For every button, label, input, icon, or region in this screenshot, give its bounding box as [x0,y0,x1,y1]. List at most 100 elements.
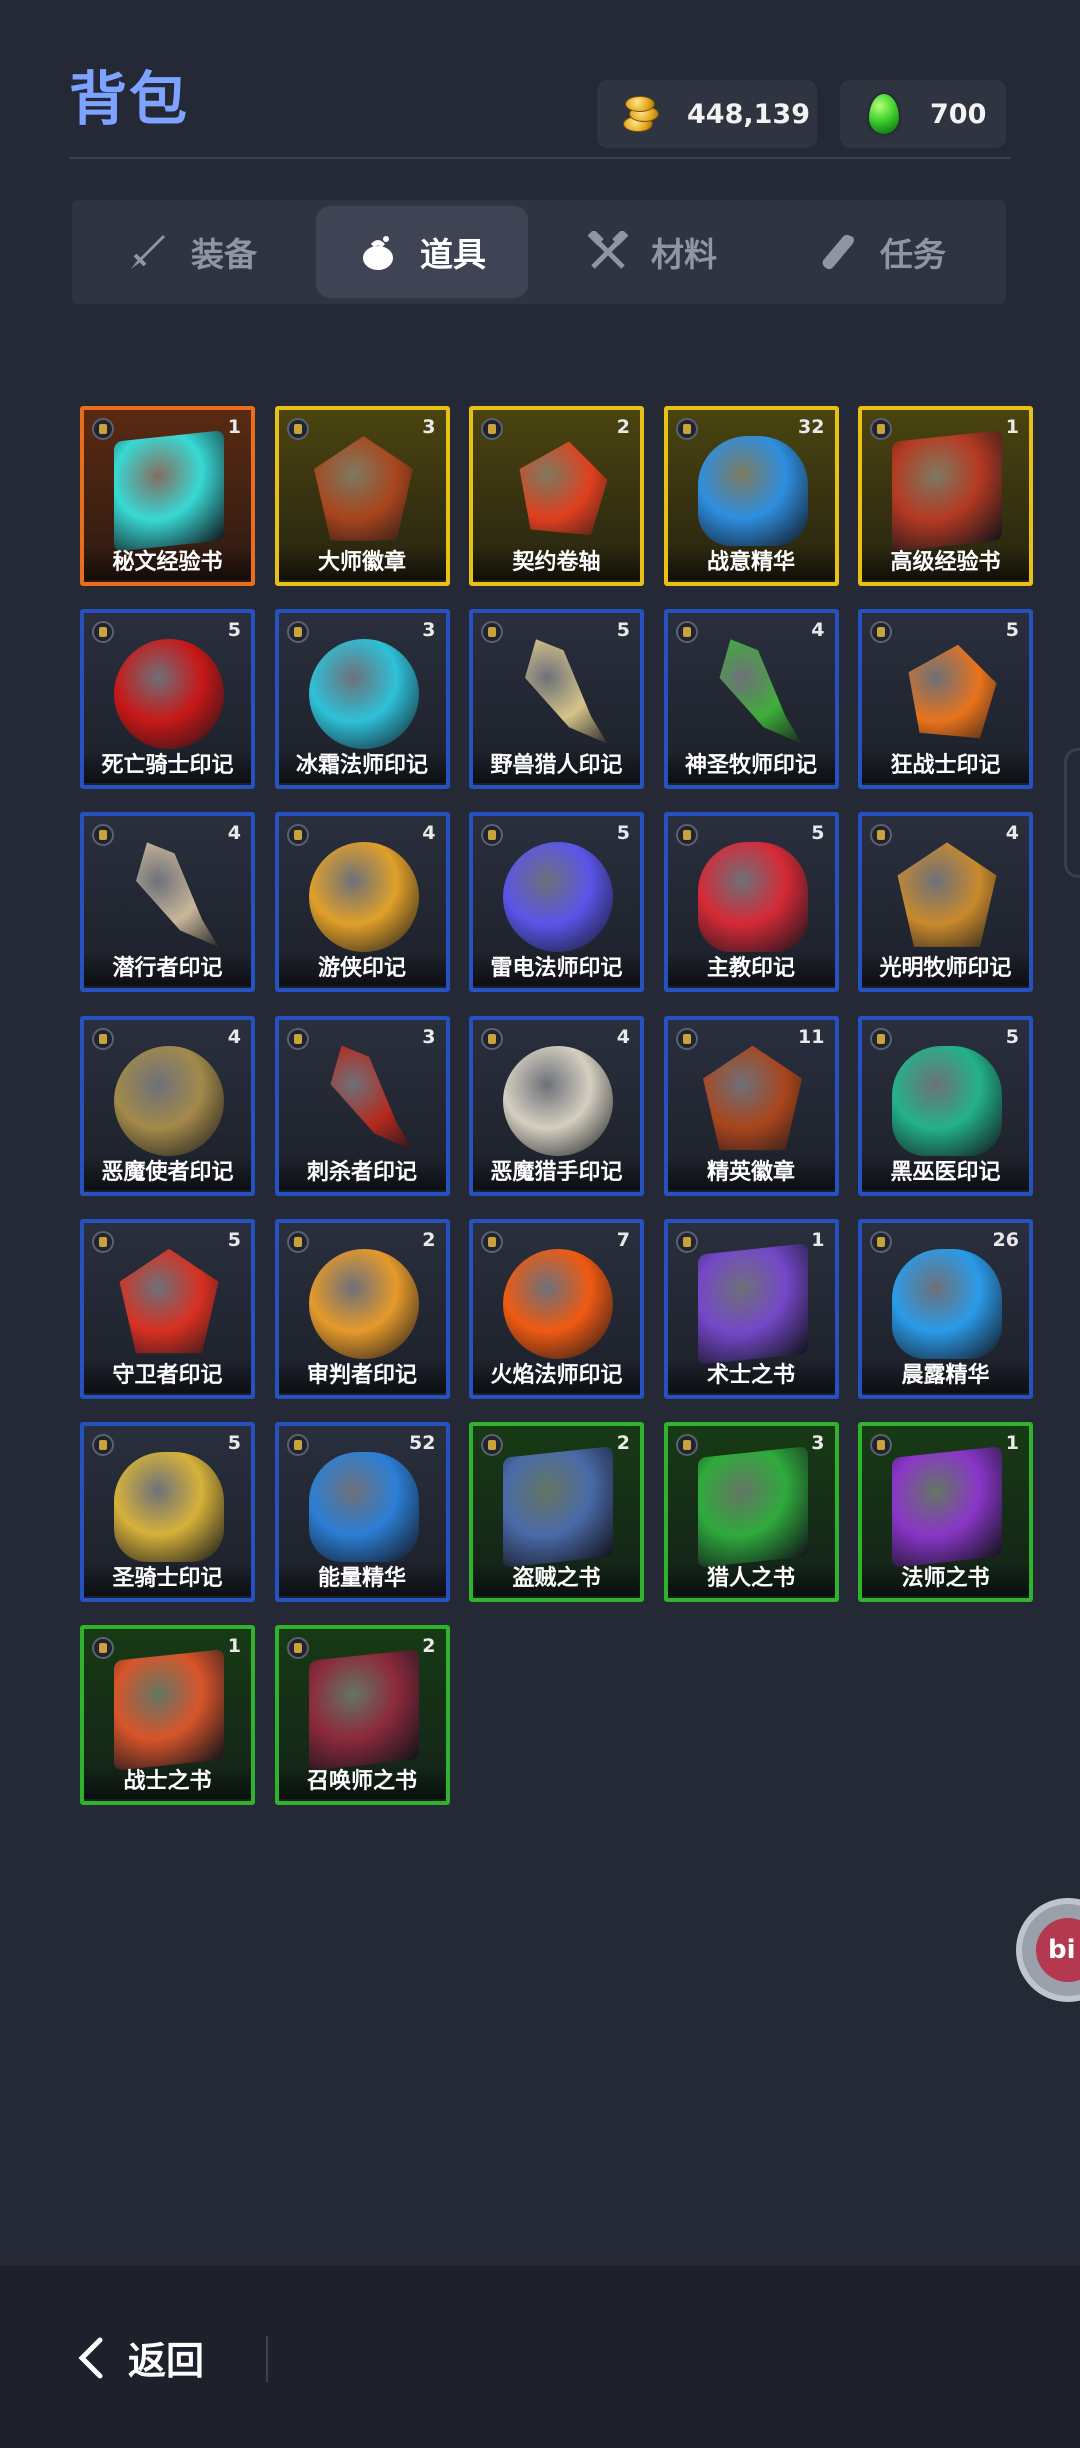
item-name: 潜行者印记 [84,952,251,987]
bound-lock-icon [286,1027,309,1050]
item-count: 4 [1005,822,1019,845]
item-icon [703,1045,802,1151]
inventory-item[interactable]: 5 守卫者印记 [80,1218,255,1399]
inventory-item[interactable]: 2 盗贼之书 [469,1422,644,1602]
inventory-item[interactable]: 2 审判者印记 [274,1218,450,1399]
item-name: 死亡骑士印记 [84,749,251,784]
inventory-item[interactable]: 7 火焰法师印记 [469,1218,644,1399]
item-name: 刺杀者印记 [278,1155,446,1190]
inventory-item[interactable]: 1 秘文经验书 [80,406,255,586]
back-button[interactable]: 返回 [76,2330,204,2385]
tab-materials[interactable]: 材料 [546,206,758,298]
inventory-item[interactable]: 4 神圣牧师印记 [663,609,839,790]
item-icon [503,1248,613,1359]
inventory-item[interactable]: 3 冰霜法师印记 [274,609,450,790]
item-count: 4 [422,822,436,845]
gem-currency: 700 [840,80,1006,148]
inventory-item[interactable]: 4 游侠印记 [274,812,450,993]
item-name: 秘文经验书 [84,546,251,580]
inventory-item[interactable]: 11 精英徽章 [663,1015,839,1196]
item-name: 高级经验书 [862,546,1029,580]
item-count: 1 [227,416,241,438]
bound-lock-icon [870,621,892,644]
inventory-item[interactable]: 2 召唤师之书 [274,1625,450,1806]
inventory-item[interactable]: 32 战意精华 [663,406,839,586]
bound-lock-icon [481,621,503,644]
inventory-item[interactable]: 1 高级经验书 [858,406,1033,586]
item-count: 32 [798,416,825,438]
item-name: 野兽猎人印记 [473,749,640,784]
item-count: 26 [992,1228,1019,1251]
inventory-item[interactable]: 26 晨露精华 [858,1218,1033,1399]
inventory-item[interactable]: 5 野兽猎人印记 [469,609,644,790]
item-count: 5 [227,619,241,642]
bound-lock-icon [92,824,114,847]
item-icon [308,842,419,953]
item-count: 5 [616,822,630,845]
item-icon [308,639,419,750]
bound-lock-icon [675,824,698,847]
tab-equipment[interactable]: 装备 [86,206,298,298]
item-icon [697,842,808,953]
item-name: 契约卷轴 [473,546,640,580]
item-count: 5 [1005,1025,1019,1048]
item-icon [308,1649,419,1771]
item-name: 守卫者印记 [84,1358,251,1393]
bound-lock-icon [675,1027,698,1050]
item-name: 猎人之书 [667,1562,835,1596]
gem-amount: 700 [930,98,987,130]
item-name: 战士之书 [84,1765,251,1800]
item-icon [119,1248,219,1354]
item-count: 1 [1005,1432,1019,1454]
bound-lock-icon [481,1027,503,1050]
item-icon [114,1649,224,1771]
inventory-item[interactable]: 3 大师徽章 [274,406,450,586]
inventory-item[interactable]: 4 光明牧师印记 [858,812,1033,993]
item-icon [908,644,997,739]
item-icon [114,1045,224,1156]
item-name: 术士之书 [667,1358,835,1393]
item-count: 5 [811,822,825,845]
item-icon [697,1243,808,1365]
item-name: 圣骑士印记 [84,1562,251,1596]
inventory-item[interactable]: 4 潜行者印记 [80,812,255,993]
inventory-item[interactable]: 2 契约卷轴 [469,406,644,586]
inventory-item[interactable]: 5 圣骑士印记 [80,1422,255,1602]
item-count: 2 [422,1228,436,1251]
item-name: 恶魔猎手印记 [473,1155,640,1190]
inventory-item[interactable]: 5 死亡骑士印记 [80,609,255,790]
inventory-item[interactable]: 5 雷电法师印记 [469,812,644,993]
item-count: 1 [811,1228,825,1251]
tab-label: 任务 [880,235,946,274]
item-count: 5 [1005,619,1019,642]
inventory-item[interactable]: 3 猎人之书 [663,1422,839,1602]
item-name: 光明牧师印记 [862,952,1029,987]
item-icon [892,1248,1002,1359]
item-count: 4 [227,822,241,845]
inventory-item[interactable]: 1 术士之书 [663,1218,839,1399]
inventory-item[interactable]: 52 能量精华 [274,1422,450,1602]
item-count: 2 [616,416,630,438]
bound-lock-icon [481,418,503,440]
bottom-bar: 返回 [0,2266,1080,2448]
inventory-item[interactable]: 1 法师之书 [858,1422,1033,1602]
floating-assist-button[interactable]: bi [1016,1898,1080,2002]
item-count: 4 [227,1025,241,1048]
gold-amount: 448,139 [687,98,810,130]
inventory-item[interactable]: 5 主教印记 [663,812,839,993]
inventory-item[interactable]: 4 恶魔使者印记 [80,1015,255,1196]
inventory-item[interactable]: 3 刺杀者印记 [274,1015,450,1196]
tab-label: 材料 [651,235,717,274]
inventory-item[interactable]: 5 狂战士印记 [858,609,1033,790]
item-count: 2 [616,1432,630,1454]
bound-lock-icon [286,824,309,847]
tab-quests[interactable]: 任务 [776,206,988,298]
scroll-icon [822,234,854,270]
item-icon [525,639,608,744]
inventory-item[interactable]: 1 战士之书 [80,1625,255,1806]
inventory-item[interactable]: 4 恶魔猎手印记 [469,1015,644,1196]
bound-lock-icon [481,1434,503,1456]
tab-items[interactable]: 道具 [316,206,528,298]
side-drawer-handle[interactable] [1064,748,1080,878]
inventory-item[interactable]: 5 黑巫医印记 [858,1015,1033,1196]
